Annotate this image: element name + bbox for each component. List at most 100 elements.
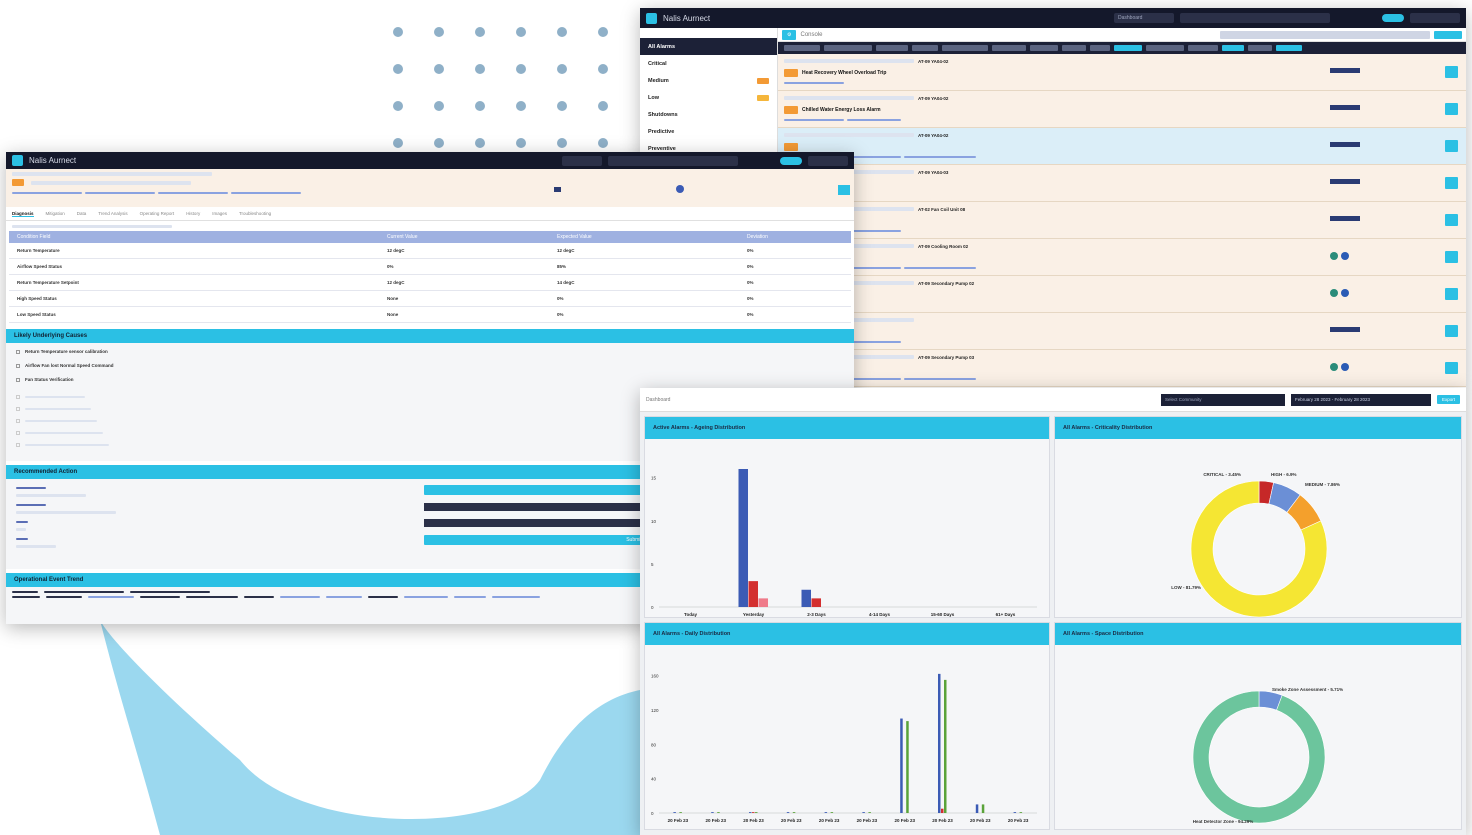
sidebar-item[interactable]: All Alarms — [640, 38, 777, 55]
table-cell: 0% — [747, 296, 754, 301]
bar — [786, 812, 790, 813]
column-filter[interactable] — [912, 45, 938, 51]
column-filter[interactable] — [1222, 45, 1244, 51]
column-filter[interactable] — [1114, 45, 1142, 51]
checkbox[interactable] — [16, 350, 20, 354]
sidebar-item[interactable]: Medium — [640, 72, 777, 89]
table-cell: Return Temperature — [17, 248, 60, 253]
checkbox[interactable] — [16, 364, 20, 368]
community-select[interactable]: Dashboard — [1114, 13, 1174, 23]
global-search[interactable] — [1180, 13, 1330, 23]
sidebar-item[interactable]: Low — [640, 89, 777, 106]
alarm-row[interactable]: AT-02 Fan Coil Unit 08 — [778, 202, 1466, 239]
cause-item[interactable]: Return Temperature sensor calibration — [16, 349, 844, 363]
detail-tab[interactable]: Diagnosis — [12, 211, 34, 217]
detail-tab[interactable]: Mitigation — [46, 211, 65, 216]
status-badge — [1330, 327, 1360, 332]
table-cell: 0% — [387, 264, 394, 269]
detail-tab[interactable]: Trend Analysis — [98, 211, 127, 216]
column-filter[interactable] — [1030, 45, 1058, 51]
ageing-bar-chart: 0 5 10 15 Today Yesterday 2-3 Days 4-14 Days 15-… — [651, 469, 1037, 617]
cause-item[interactable]: Airflow Fan lost Normal Speed Command — [16, 363, 844, 377]
alarm-tag-chip — [784, 119, 844, 121]
open-alarm-button[interactable] — [1445, 66, 1458, 78]
community-select[interactable] — [562, 155, 602, 166]
x-tick-label: 20 Feb 23 — [705, 818, 726, 823]
column-filter[interactable] — [992, 45, 1026, 51]
open-alarm-button[interactable] — [1445, 362, 1458, 374]
column-filter[interactable] — [1188, 45, 1218, 51]
checkbox[interactable] — [16, 378, 20, 382]
alarm-row[interactable] — [778, 313, 1466, 350]
open-alarm-button[interactable] — [1445, 325, 1458, 337]
x-tick-label: 20 Feb 23 — [819, 818, 840, 823]
theme-toggle[interactable] — [1382, 14, 1404, 22]
bar — [748, 581, 758, 607]
column-filter[interactable] — [942, 45, 988, 51]
alarm-row[interactable]: AT-09 YA04-02 — [778, 128, 1466, 165]
dashboard-window: Dashboard Select Community February 28 2… — [640, 388, 1466, 835]
x-tick-label: 2-3 Days — [807, 612, 826, 617]
sidebar-item[interactable]: Critical — [640, 55, 777, 72]
open-alarm-button[interactable] — [1445, 140, 1458, 152]
table-row: Airflow Speed Status 0% 85% 0% — [9, 259, 851, 275]
column-filter[interactable] — [784, 45, 820, 51]
y-tick-label: 160 — [651, 674, 659, 679]
bar — [792, 812, 796, 813]
column-filter[interactable] — [876, 45, 908, 51]
detail-tab[interactable]: Images — [212, 211, 227, 216]
detail-tab[interactable]: Troubleshooting — [239, 211, 271, 216]
open-alarm-button[interactable] — [1445, 214, 1458, 226]
filter-search[interactable] — [1220, 30, 1430, 39]
user-menu[interactable] — [1410, 13, 1460, 23]
detail-tab[interactable]: Operating Report — [140, 211, 175, 216]
sidebar-item[interactable]: Shutdowns — [640, 106, 777, 123]
filter-button[interactable] — [1434, 30, 1462, 39]
column-filter[interactable] — [824, 45, 872, 51]
table-cell: None — [387, 296, 399, 301]
sidebar-item[interactable]: Predictive — [640, 123, 777, 140]
community-select[interactable]: Select Community — [1160, 393, 1285, 406]
alarm-row[interactable]: AT-09 YA04-02 Chilled Water Energy Loss A… — [778, 91, 1466, 128]
alarm-row[interactable]: AT-09 YA04-02 Heat Recovery Wheel Overloa… — [778, 54, 1466, 91]
user-menu[interactable] — [808, 155, 848, 166]
cause-label: Fan Status Verification — [25, 377, 74, 382]
column-filter[interactable] — [1062, 45, 1086, 51]
column-filter[interactable] — [1090, 45, 1110, 51]
export-button[interactable]: Export — [1436, 395, 1460, 404]
bar — [824, 812, 828, 813]
table-cell: 0% — [747, 264, 754, 269]
sidebar-item-label: Medium — [648, 77, 669, 84]
column-filter[interactable] — [1248, 45, 1272, 51]
bar — [758, 598, 768, 607]
open-alarm-button[interactable] — [1445, 103, 1458, 115]
open-alarm-button[interactable] — [1445, 288, 1458, 300]
alarm-row[interactable]: AT-09 Secondary Pump 03 — [778, 350, 1466, 387]
detail-tab[interactable]: Data — [77, 211, 87, 216]
x-tick-label: 4-14 Days — [869, 612, 891, 617]
column-filter-bar — [778, 42, 1466, 54]
detail-tab[interactable]: History — [186, 211, 200, 216]
detail-tabs: Diagnosis Mitigation Data Trend Analysis Ope… — [6, 207, 854, 221]
global-search[interactable] — [608, 155, 738, 166]
alarm-row[interactable]: AT-09 Secondary Pump 02 — [778, 276, 1466, 313]
y-tick-label: 10 — [651, 519, 657, 524]
column-filter[interactable] — [1276, 45, 1302, 51]
alarm-row[interactable]: AT-09 YA04-03 — [778, 165, 1466, 202]
alarm-summary — [6, 169, 854, 207]
all-alarms-chip[interactable]: ⚙ — [782, 29, 797, 40]
table-cell: High Speed Status — [17, 296, 57, 301]
column-filter[interactable] — [1146, 45, 1184, 51]
date-range-picker[interactable]: February 28 2023 - February 28 2023 — [1290, 393, 1431, 406]
pie-label: MEDIUM - 7.86% — [1305, 482, 1340, 487]
alarm-row[interactable]: AT-09 Cooling Room 02 — [778, 239, 1466, 276]
alarm-asset-tag: AT-09 Secondary Pump 03 — [918, 354, 975, 360]
logo-icon — [12, 155, 23, 166]
open-alarm-button[interactable] — [1445, 251, 1458, 263]
bar — [679, 812, 682, 813]
open-alarm-button[interactable] — [1445, 177, 1458, 189]
theme-toggle[interactable] — [780, 156, 802, 165]
daily-chart-card: All Alarms - Daily Distribution 0 40 80 120… — [644, 622, 1050, 830]
status-badge — [1330, 142, 1360, 147]
space-donut-chart: Smoke Zone Assessment - 5.71% Heat Detect… — [1193, 687, 1343, 824]
